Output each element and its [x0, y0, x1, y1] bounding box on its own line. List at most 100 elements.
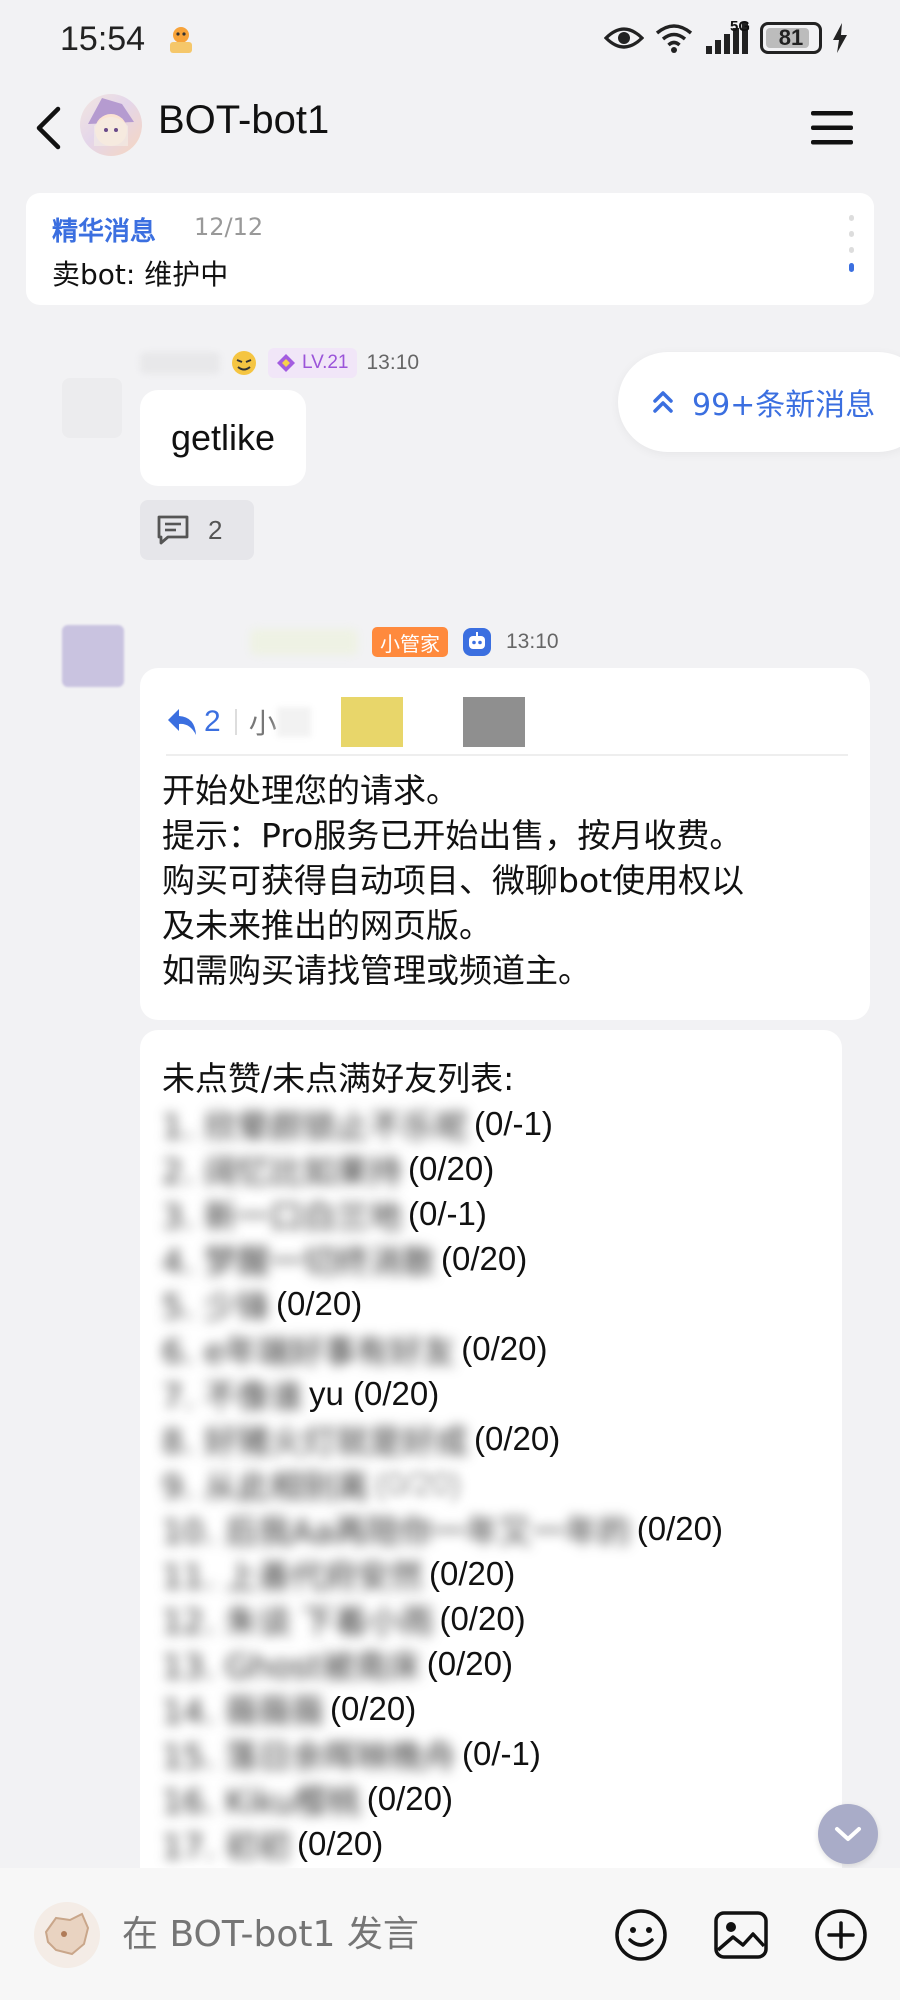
- like-count: (0/20): [439, 1599, 526, 1637]
- featured-message-card[interactable]: 精华消息 12/12 卖bot: 维护中: [26, 193, 874, 305]
- list-item: 5. 少锋 (0/20): [162, 1281, 842, 1326]
- friend-name-redacted: 15. 落日余晖映晚舟: [162, 1736, 456, 1776]
- level-text: LV.21: [302, 352, 349, 373]
- list-item: 13. Ghost被南床 (0/20): [162, 1641, 842, 1686]
- quote-divider: [166, 754, 848, 756]
- like-count: (0/-1): [461, 1734, 541, 1772]
- plus-button[interactable]: [812, 1906, 870, 1964]
- message-bubble[interactable]: 2 小 开始处理您的请求。 提示：Pro服务已开始出售，按月收费。 购买可获得自…: [140, 668, 870, 1020]
- quoted-reply[interactable]: 2 小: [166, 694, 525, 750]
- message-bubble[interactable]: 未点赞/未点满好友列表: 1. 欣晕颜锁止不乐呢 (0/-1) 2. 阔忆比如果持…: [140, 1030, 842, 1910]
- message-input-bar: [0, 1868, 900, 2000]
- quote-count: 2: [204, 705, 221, 738]
- redacted-block: [462, 697, 525, 747]
- chevron-down-icon: [835, 1827, 861, 1841]
- emoji-icon: [615, 1909, 667, 1961]
- message-bubble[interactable]: getlike: [140, 390, 306, 486]
- reply-thread-button[interactable]: 2: [140, 500, 254, 560]
- like-count: (0/20): [407, 1149, 495, 1187]
- app-sticker-icon: [170, 27, 192, 53]
- sender-avatar[interactable]: [62, 625, 124, 687]
- double-chevron-up-icon: [653, 391, 673, 413]
- sender-name-redacted: [140, 352, 220, 374]
- friend-name-redacted: 8. 好猪火灯就是好成: [162, 1421, 468, 1461]
- friend-name-redacted: 6. e年端好事有好友: [162, 1331, 456, 1371]
- featured-label: 精华消息: [52, 217, 157, 247]
- sender-emoji-icon: [232, 351, 256, 375]
- message-input[interactable]: [122, 1898, 562, 1972]
- featured-count: 12/12: [194, 213, 264, 241]
- list-item: 14. 薇薇薇 (0/20): [162, 1686, 842, 1731]
- list-item: 8. 好猪火灯就是好成 (0/20): [162, 1416, 842, 1461]
- menu-button[interactable]: [804, 100, 860, 156]
- role-badge: 小管家: [372, 627, 448, 657]
- list-item: 15. 落日余晖映晚舟 (0/-1): [162, 1731, 842, 1776]
- message-time: 13:10: [506, 630, 559, 653]
- list-item: 1. 欣晕颜锁止不乐呢 (0/-1): [162, 1101, 842, 1146]
- sender-name-redacted: [250, 629, 358, 655]
- quote-author-partial: 小: [248, 707, 277, 740]
- comment-icon: [157, 515, 189, 545]
- list-header: 未点赞/未点满好友列表:: [162, 1059, 515, 1098]
- map-avatar-icon: [44, 1912, 90, 1956]
- list-item: 3. 新一口白兰地 (0/-1): [162, 1191, 842, 1236]
- message-line: 开始处理您的请求。: [162, 771, 459, 810]
- like-count: (0/20): [473, 1419, 561, 1457]
- friend-name-redacted: 10. 后我Aa再陪你一年又一年的: [162, 1511, 631, 1551]
- like-count: yu (0/20): [308, 1374, 440, 1412]
- back-button[interactable]: [20, 100, 76, 156]
- friend-name-redacted: 3. 新一口白兰地: [162, 1196, 402, 1236]
- sender-avatar[interactable]: [62, 378, 122, 438]
- new-messages-button[interactable]: 99+条新消息: [618, 352, 900, 452]
- eye-icon: [604, 27, 644, 49]
- message-line: 提示：Pro服务已开始出售，按月收费。: [162, 816, 743, 855]
- friend-name-redacted: 14. 薇薇薇: [162, 1691, 324, 1731]
- friend-name-redacted: 7. 不像谁: [162, 1376, 303, 1416]
- featured-page-indicator: [849, 215, 854, 272]
- friend-name-redacted: 16. Kiku樱桃: [162, 1781, 361, 1821]
- message-line: 如需购买请找管理或频道主。: [162, 951, 591, 990]
- like-count: (0/-1): [473, 1104, 553, 1142]
- friend-name-redacted: 1. 欣晕颜锁止不乐呢: [162, 1106, 468, 1146]
- scroll-to-bottom-button[interactable]: [818, 1804, 878, 1864]
- status-bar: 15:54 5G 81: [0, 0, 900, 82]
- message-line: 及未来推出的网页版。: [162, 906, 492, 945]
- image-icon: [714, 1911, 768, 1959]
- channel-avatar[interactable]: [80, 94, 142, 156]
- like-count: (0/-1): [407, 1194, 487, 1232]
- like-count: (0/20): [440, 1239, 528, 1277]
- message-meta: 小管家 13:10: [250, 625, 559, 659]
- message-time: 13:10: [366, 351, 420, 374]
- back-icon: [36, 106, 61, 150]
- battery-level: 81: [778, 25, 804, 50]
- battery-icon: 81: [760, 22, 822, 54]
- image-button[interactable]: [712, 1906, 770, 1964]
- message-line: 购买可获得自动项目、微聊bot使用权以: [162, 861, 745, 900]
- redacted-block: [276, 707, 311, 737]
- signal-icon: 5G: [704, 18, 750, 54]
- like-count: (0/20): [426, 1644, 513, 1682]
- list-item: 2. 阔忆比如果持 (0/20): [162, 1146, 842, 1191]
- friend-list: 1. 欣晕颜锁止不乐呢 (0/-1) 2. 阔忆比如果持 (0/20) 3. 新一口…: [162, 1101, 842, 1866]
- list-item: 16. Kiku樱桃 (0/20): [162, 1776, 842, 1821]
- like-count: (0/20): [428, 1554, 516, 1592]
- user-avatar[interactable]: [34, 1902, 100, 1968]
- like-count: (0/20): [461, 1329, 548, 1367]
- friend-name-redacted: 17. 初初: [162, 1826, 291, 1866]
- list-item: 4. 梦醒一切终消散 (0/20): [162, 1236, 842, 1281]
- friend-name-redacted: 4. 梦醒一切终消散: [162, 1241, 435, 1281]
- like-count: (0/20): [329, 1689, 417, 1727]
- list-item: 6. e年端好事有好友 (0/20): [162, 1326, 842, 1371]
- friend-name-redacted: 9. 从此相别离: [162, 1466, 369, 1506]
- list-item: 12. 朱谈 下着小雨 (0/20): [162, 1596, 842, 1641]
- list-item: 11. 上善代府安然 (0/20): [162, 1551, 842, 1596]
- level-badge: LV.21: [268, 348, 357, 378]
- like-count: (0/20): [366, 1779, 454, 1817]
- emoji-button[interactable]: [612, 1906, 670, 1964]
- list-item: 10. 后我Aa再陪你一年又一年的 (0/20): [162, 1506, 842, 1551]
- network-label: 5G: [730, 18, 751, 35]
- friend-name-redacted: 12. 朱谈 下着小雨: [162, 1601, 434, 1641]
- reply-arrow-icon: [168, 709, 196, 735]
- list-item: 7. 不像谁 yu (0/20): [162, 1371, 842, 1416]
- anime-avatar-icon: [88, 98, 134, 146]
